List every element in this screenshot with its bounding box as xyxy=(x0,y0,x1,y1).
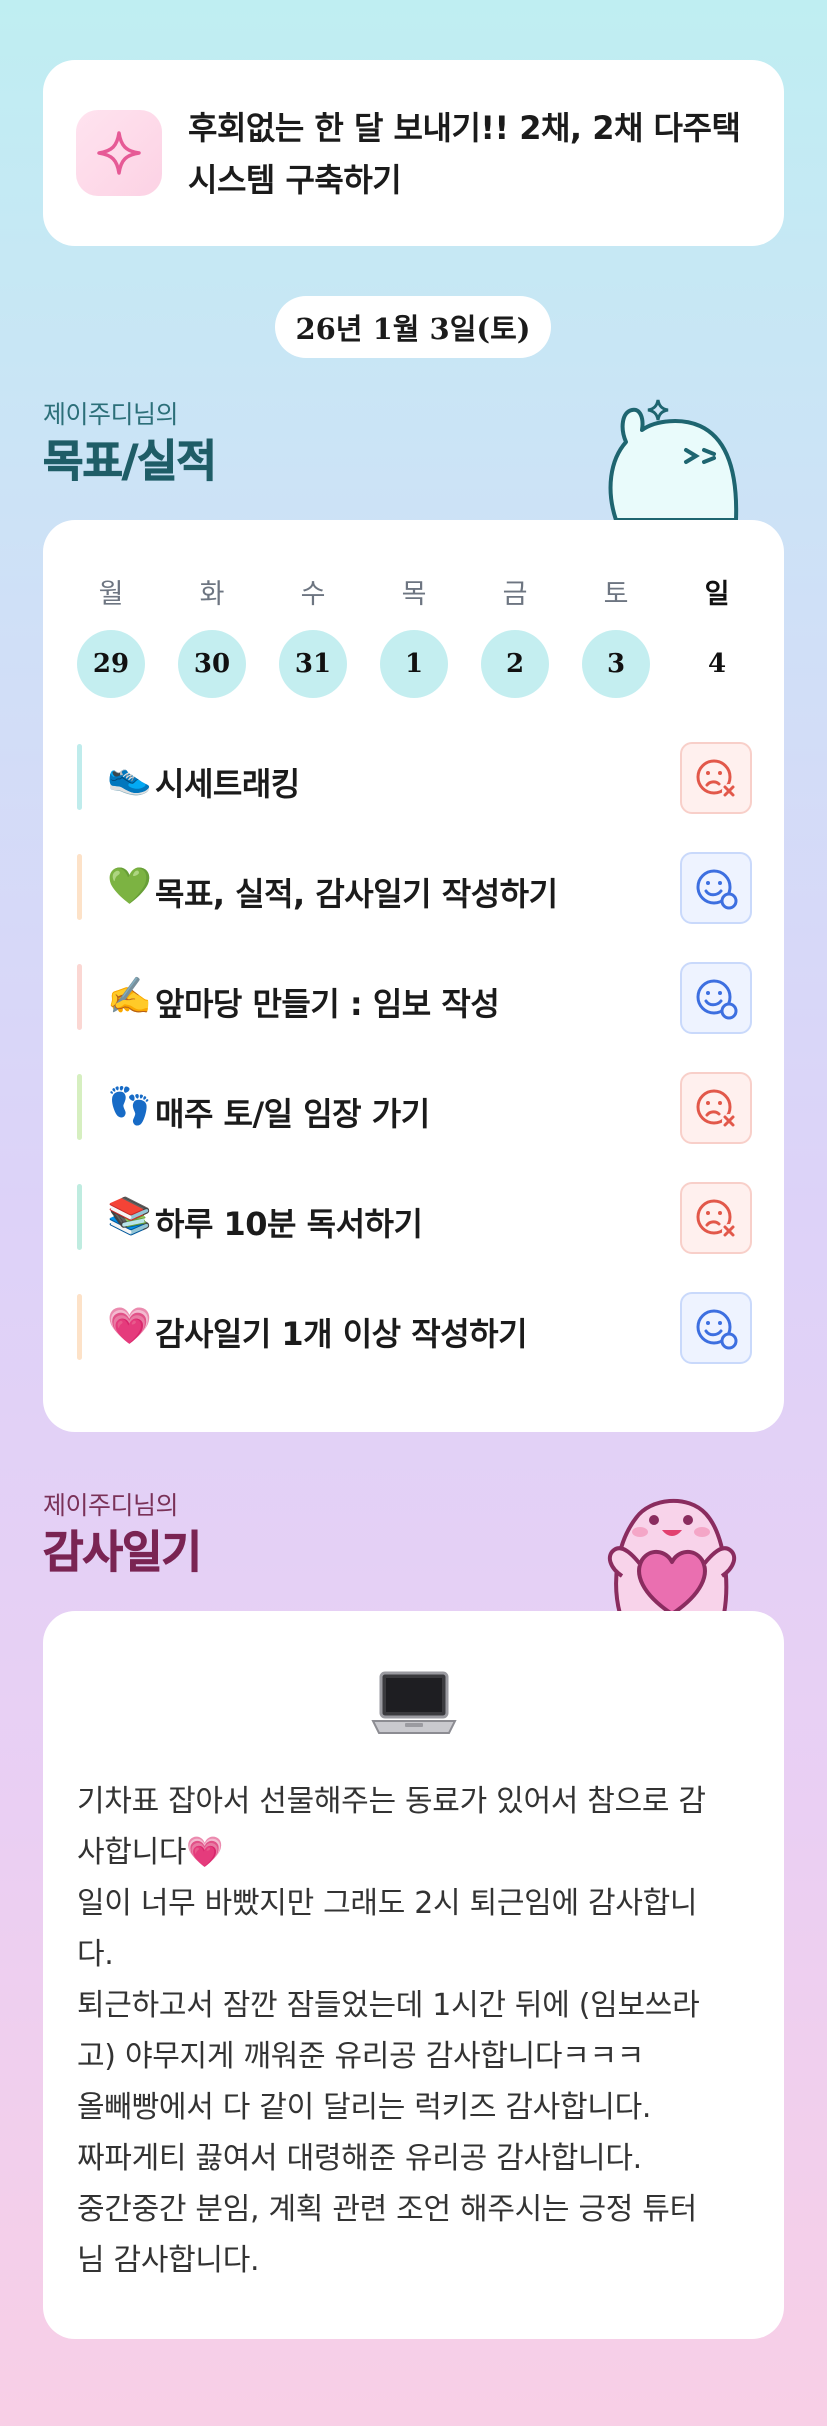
date-pill: 26년 1월 3일(토) xyxy=(275,296,551,358)
goal-label: 하루 10분 독서하기 xyxy=(155,1205,423,1243)
thanks-section-title: 감사일기 xyxy=(43,1527,203,1579)
goal-status-fail-button[interactable] xyxy=(680,1182,752,1254)
sparkle-icon xyxy=(76,110,162,196)
day-name: 목 xyxy=(401,579,427,610)
goal-accent-bar xyxy=(77,744,82,810)
day-number: 29 xyxy=(77,630,145,698)
day-name: 금 xyxy=(502,579,528,610)
green-heart-icon: 💚 xyxy=(107,866,152,907)
sad-face-x-icon xyxy=(696,759,736,798)
goal-accent-bar xyxy=(77,854,82,920)
goal-label: 매주 토/일 임장 가기 xyxy=(155,1095,430,1133)
goal-row: ✍️ 앞마당 만들기 : 임보 작성 xyxy=(77,962,752,1034)
smile-face-check-icon xyxy=(696,1309,738,1350)
day-name: 일 xyxy=(704,579,730,610)
day-name: 수 xyxy=(300,579,326,610)
goal-status-fail-button[interactable] xyxy=(680,742,752,814)
goal-row: 👟 시세트래킹 xyxy=(77,742,752,814)
goal-label: 앞마당 만들기 : 임보 작성 xyxy=(155,985,500,1023)
goal-status-done-button[interactable] xyxy=(680,852,752,924)
goal-status-fail-button[interactable] xyxy=(680,1072,752,1144)
goal-accent-bar xyxy=(77,1294,82,1360)
day-name: 토 xyxy=(603,579,629,610)
day-number: 31 xyxy=(279,630,347,698)
goal-label: 목표, 실적, 감사일기 작성하기 xyxy=(155,875,558,913)
day-number: 2 xyxy=(481,630,549,698)
day-number: 30 xyxy=(178,630,246,698)
goals-section-title: 목표/실적 xyxy=(43,436,218,488)
day-name: 월 xyxy=(98,579,124,610)
sneaker-icon: 👟 xyxy=(107,756,152,797)
day-name: 화 xyxy=(199,579,225,610)
sad-face-x-icon xyxy=(696,1089,736,1128)
day-number: 3 xyxy=(582,630,650,698)
monthly-goal-title: 후회없는 한 달 보내기!! 2채, 2채 다주택 시스템 구축하기 xyxy=(188,109,741,199)
books-icon: 📚 xyxy=(107,1196,152,1237)
goal-accent-bar xyxy=(77,1184,82,1250)
sad-face-x-icon xyxy=(696,1199,736,1238)
goal-row: 💚 목표, 실적, 감사일기 작성하기 xyxy=(77,852,752,924)
goal-label: 감사일기 1개 이상 작성하기 xyxy=(155,1315,528,1353)
thanks-diary-text: 기차표 잡아서 선물해주는 동료가 있어서 참으로 감 사합니다💗 일이 너무 … xyxy=(77,1784,706,2278)
laptop-icon xyxy=(371,1671,457,1734)
footprints-icon: 👣 xyxy=(107,1086,152,1127)
goal-label: 시세트래킹 xyxy=(155,765,300,803)
writing-hand-icon: ✍️ xyxy=(107,976,152,1017)
goal-title-card: 후회없는 한 달 보내기!! 2채, 2채 다주택 시스템 구축하기 xyxy=(43,60,784,246)
goal-status-done-button[interactable] xyxy=(680,1292,752,1364)
goal-accent-bar xyxy=(77,964,82,1030)
mascot-heart-illustration xyxy=(607,1499,737,1614)
smile-face-check-icon xyxy=(696,979,738,1020)
pink-heart-icon: 💗 xyxy=(107,1306,152,1347)
mascot-thumbs-up-illustration xyxy=(608,399,739,520)
goal-row: 👣 매주 토/일 임장 가기 xyxy=(77,1072,752,1144)
goal-row: 📚 하루 10분 독서하기 xyxy=(77,1182,752,1254)
day-number: 1 xyxy=(380,630,448,698)
thanks-diary-card: 기차표 잡아서 선물해주는 동료가 있어서 참으로 감 사합니다💗 일이 너무 … xyxy=(43,1611,784,2339)
goal-row: 💗 감사일기 1개 이상 작성하기 xyxy=(77,1292,752,1364)
goal-accent-bar xyxy=(77,1074,82,1140)
smile-face-check-icon xyxy=(696,869,738,910)
goal-status-done-button[interactable] xyxy=(680,962,752,1034)
goals-card: 월 29 화 30 수 31 목 1 금 2 토 3 일 4 👟 시세트래킹 💚… xyxy=(43,520,784,1432)
day-number: 4 xyxy=(707,649,727,679)
